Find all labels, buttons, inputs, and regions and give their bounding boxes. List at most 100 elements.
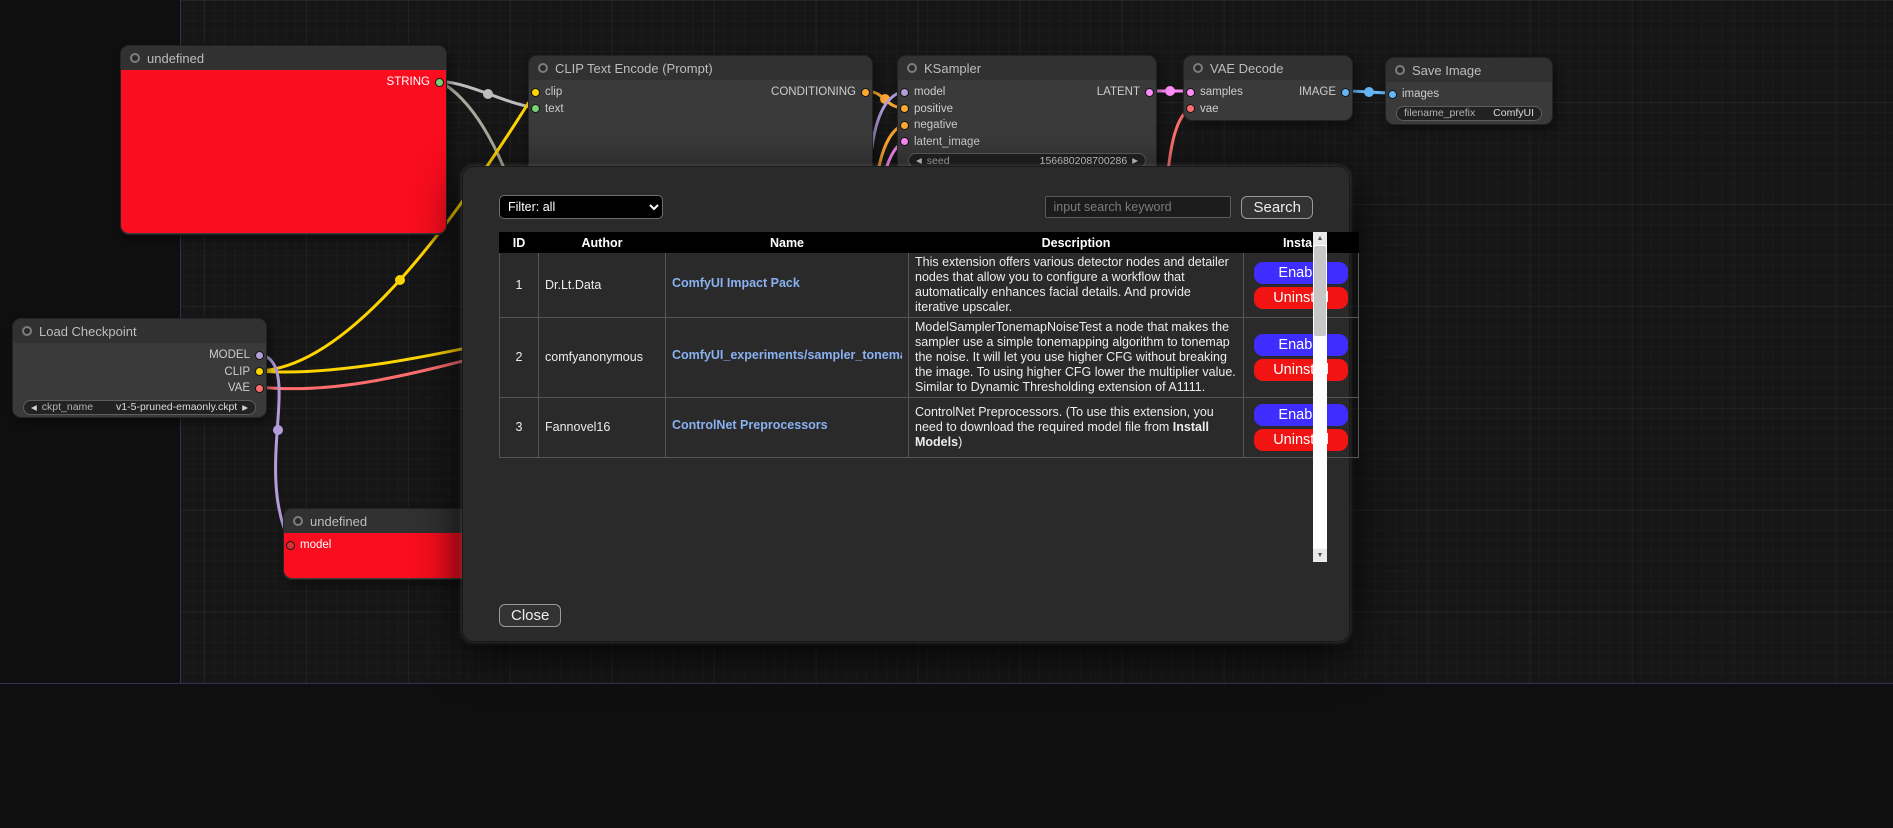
- enable-button[interactable]: Enable: [1254, 334, 1348, 356]
- wire-string-to-text[interactable]: [439, 81, 536, 108]
- slot-row: CLIP: [13, 364, 266, 381]
- enable-button[interactable]: Enable: [1254, 262, 1348, 284]
- wire-midpoint-dot-conditioning-to-positive[interactable]: [880, 94, 890, 104]
- node-title-text: KSampler: [924, 61, 981, 76]
- extension-link[interactable]: ControlNet Preprocessors: [672, 418, 828, 433]
- input-slot-label: images: [1402, 88, 1439, 100]
- node-load-checkpoint[interactable]: Load CheckpointMODELCLIPVAE◀ckpt_namev1-…: [12, 318, 267, 418]
- input-slot-label: vae: [1200, 103, 1219, 115]
- filter-select[interactable]: Filter: all: [499, 195, 663, 219]
- scrollbar-thumb[interactable]: [1314, 246, 1326, 336]
- node-title-text: undefined: [147, 51, 204, 66]
- column-header-description: Description: [909, 233, 1244, 253]
- node-title-bar[interactable]: undefined: [121, 46, 446, 70]
- input-slot-dot-negative[interactable]: [900, 121, 909, 130]
- node-body: model: [284, 533, 468, 578]
- input-slot-dot-positive[interactable]: [900, 104, 909, 113]
- cell-author: Fannovel16: [539, 398, 666, 458]
- node-save-image[interactable]: Save Image images filename_prefix ComfyUI: [1385, 57, 1553, 125]
- widget-filename_prefix[interactable]: filename_prefix ComfyUI: [1396, 106, 1542, 121]
- node-title-bar[interactable]: Save Image: [1386, 58, 1552, 82]
- slot-row: images: [1386, 86, 1552, 103]
- wire-midpoint-dot-image-to-images[interactable]: [1364, 87, 1374, 97]
- node-title-bar[interactable]: undefined: [284, 509, 468, 533]
- node-title-bar[interactable]: Load Checkpoint: [13, 319, 266, 343]
- slot-row: STRING: [121, 74, 446, 91]
- search-button[interactable]: Search: [1241, 196, 1313, 219]
- input-slot: text: [532, 103, 564, 115]
- scrollbar-up-arrow-icon[interactable]: ▲: [1313, 232, 1327, 245]
- stepper-right-arrow-icon[interactable]: ▶: [242, 403, 248, 412]
- node-title-text: Save Image: [1412, 63, 1481, 78]
- stepper-right-arrow-icon[interactable]: ▶: [1132, 156, 1138, 165]
- node-collapse-dot-icon[interactable]: [907, 63, 917, 73]
- output-slot-label: CONDITIONING: [771, 86, 856, 98]
- node-collapse-dot-icon[interactable]: [538, 63, 548, 73]
- node-vae-decode[interactable]: VAE Decode samplesIMAGE vae: [1183, 55, 1353, 121]
- node-collapse-dot-icon[interactable]: [130, 53, 140, 63]
- node-undefined-bottom[interactable]: undefined model: [283, 508, 469, 580]
- input-slot-dot-model[interactable]: [900, 88, 909, 97]
- input-slot-label: model: [914, 86, 945, 98]
- input-slot-dot-latent_image[interactable]: [900, 137, 909, 146]
- input-slot-dot-model[interactable]: [286, 541, 295, 550]
- stepper-left-arrow-icon[interactable]: ◀: [31, 403, 37, 412]
- input-slot: images: [1389, 88, 1439, 100]
- output-slot-dot-STRING[interactable]: [435, 78, 444, 87]
- table-row: 1Dr.Lt.DataComfyUI Impact PackThis exten…: [500, 253, 1359, 318]
- node-title-bar[interactable]: CLIP Text Encode (Prompt): [529, 56, 872, 80]
- column-header-name: Name: [666, 233, 909, 253]
- node-collapse-dot-icon[interactable]: [22, 326, 32, 336]
- node-title-text: undefined: [310, 514, 367, 529]
- output-slot-dot-IMAGE[interactable]: [1341, 88, 1350, 97]
- output-slot-dot-VAE[interactable]: [255, 384, 264, 393]
- search-input[interactable]: [1045, 196, 1231, 218]
- input-slot-dot-images[interactable]: [1388, 90, 1397, 99]
- node-ksampler[interactable]: KSamplermodelLATENTpositivenegativelaten…: [897, 55, 1157, 175]
- slot-row: samplesIMAGE: [1184, 84, 1352, 101]
- widget-value: ComfyUI: [1493, 107, 1534, 119]
- node-title-bar[interactable]: KSampler: [898, 56, 1156, 80]
- wire-midpoint-dot-latent-to-samples[interactable]: [1165, 86, 1175, 96]
- input-slot-dot-vae[interactable]: [1186, 104, 1195, 113]
- scrollbar-down-arrow-icon[interactable]: ▼: [1313, 549, 1327, 562]
- slot-row: latent_image: [898, 134, 1156, 151]
- stepper-left-arrow-icon[interactable]: ◀: [916, 156, 922, 165]
- wire-midpoint-dot-checkpoint-clip-to-clip[interactable]: [395, 275, 405, 285]
- close-button[interactable]: Close: [499, 604, 561, 627]
- widget-label: filename_prefix: [1404, 107, 1475, 119]
- cell-name: ComfyUI_experiments/sampler_tonemap: [666, 318, 909, 398]
- slot-row: MODEL: [13, 347, 266, 364]
- input-slot-dot-clip[interactable]: [531, 88, 540, 97]
- slot-row: VAE: [13, 380, 266, 397]
- input-slot: model: [287, 539, 331, 551]
- node-collapse-dot-icon[interactable]: [293, 516, 303, 526]
- input-slot-dot-samples[interactable]: [1186, 88, 1195, 97]
- uninstall-button[interactable]: Uninstall: [1254, 429, 1348, 451]
- output-slot: VAE: [228, 382, 263, 394]
- output-slot-label: STRING: [387, 76, 430, 88]
- node-collapse-dot-icon[interactable]: [1193, 63, 1203, 73]
- widget-ckpt_name[interactable]: ◀ckpt_namev1-5-pruned-emaonly.ckpt▶: [23, 400, 256, 415]
- output-slot-dot-CLIP[interactable]: [255, 367, 264, 376]
- node-title-bar[interactable]: VAE Decode: [1184, 56, 1352, 80]
- extension-link[interactable]: ComfyUI Impact Pack: [672, 276, 800, 291]
- cell-install: Enable Uninstall: [1244, 318, 1359, 398]
- enable-button[interactable]: Enable: [1254, 404, 1348, 426]
- slot-row: text: [529, 101, 872, 118]
- output-slot-dot-CONDITIONING[interactable]: [861, 88, 870, 97]
- uninstall-button[interactable]: Uninstall: [1254, 287, 1348, 309]
- cell-id: 1: [500, 253, 539, 318]
- wire-midpoint-dot-checkpoint-model-to-model[interactable]: [273, 425, 283, 435]
- node-collapse-dot-icon[interactable]: [1395, 65, 1405, 75]
- output-slot-dot-MODEL[interactable]: [255, 351, 264, 360]
- widget-label: ckpt_name: [42, 401, 93, 413]
- input-slot-dot-text[interactable]: [531, 104, 540, 113]
- node-undefined-top[interactable]: undefined STRING: [120, 45, 447, 235]
- extension-link[interactable]: ComfyUI_experiments/sampler_tonemap: [672, 348, 902, 363]
- scrollbar[interactable]: ▲ ▼: [1313, 232, 1327, 562]
- output-slot-dot-LATENT[interactable]: [1145, 88, 1154, 97]
- cell-install: Enable Uninstall: [1244, 398, 1359, 458]
- uninstall-button[interactable]: Uninstall: [1254, 359, 1348, 381]
- wire-midpoint-dot-string-to-text[interactable]: [483, 89, 493, 99]
